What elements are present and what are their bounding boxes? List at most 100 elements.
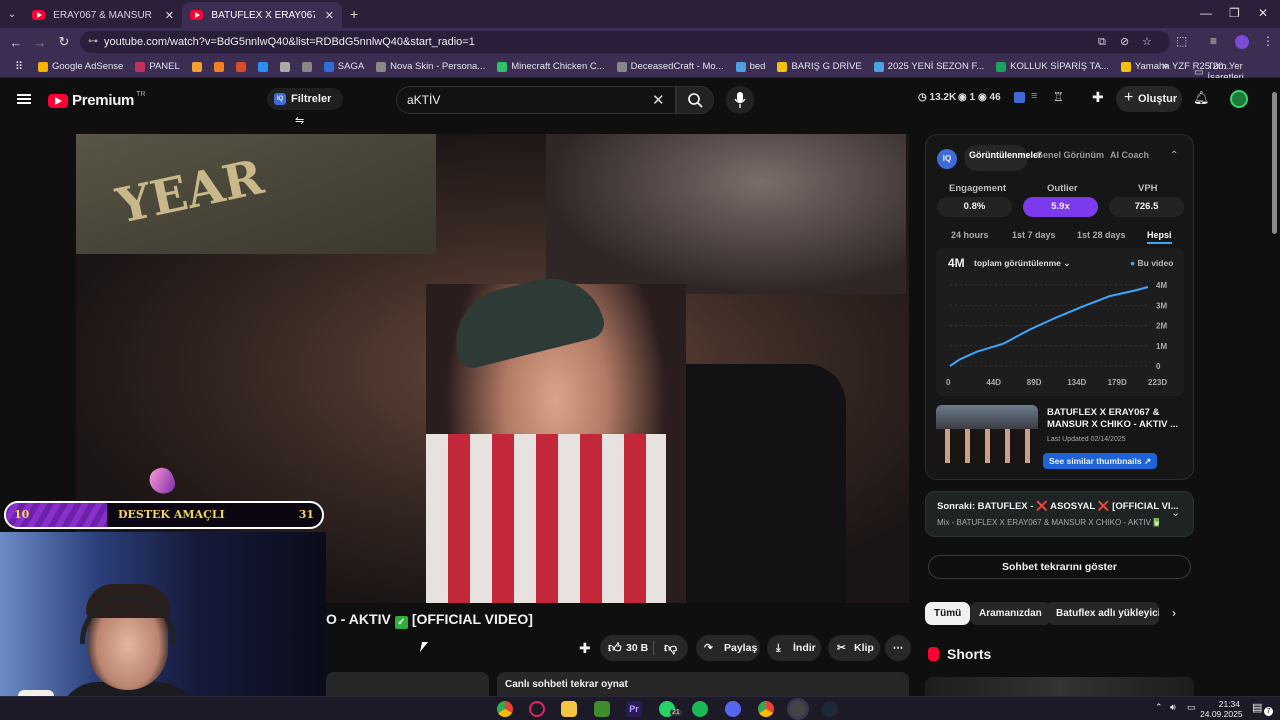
like-count[interactable]: 30 B [626, 635, 648, 661]
chip-all[interactable]: Tümü [925, 602, 971, 625]
expand-chevron-icon[interactable]: ⌄ [1171, 506, 1180, 519]
notification-icon[interactable]: ▤ [1252, 701, 1262, 714]
tab-search-icon[interactable]: ⌄ [0, 9, 24, 20]
chip-from-search[interactable]: Aramanızdan [970, 602, 1051, 625]
apps-grid-icon[interactable]: ⠿ [0, 60, 38, 73]
chrome-taskbar-icon[interactable] [497, 701, 513, 717]
related-video-thumbnail[interactable] [936, 405, 1038, 463]
range-28d[interactable]: 1st 28 days [1077, 230, 1126, 240]
profile-avatar[interactable] [1235, 35, 1249, 49]
chip-uploader[interactable]: Batuflex adlı yükleyiciden [1047, 602, 1159, 625]
voice-search-button[interactable] [726, 86, 754, 114]
like-icon[interactable]: 👍︎ [608, 635, 622, 661]
hamburger-menu-icon[interactable] [17, 94, 31, 96]
list-icon[interactable]: ≡ [1031, 90, 1037, 102]
download-button[interactable]: ⤓ İndir [767, 635, 821, 661]
minimize-icon[interactable]: — [1200, 6, 1212, 20]
dislike-icon[interactable]: 👎︎ [664, 635, 677, 661]
bookmark-item[interactable]: Minecraft Chicken C... [497, 61, 605, 72]
chrome-taskbar-icon[interactable] [758, 701, 774, 717]
bookmark-item[interactable] [191, 61, 206, 72]
bookmark-item[interactable]: PANEL [135, 61, 180, 72]
restore-icon[interactable]: ❐ [1229, 6, 1240, 20]
bookmark-item[interactable] [213, 61, 228, 72]
opera-taskbar-icon[interactable] [529, 701, 545, 717]
more-actions-button[interactable]: ⋯ [885, 635, 911, 661]
bookmark-item[interactable]: BARIŞ G DRİVE [777, 61, 862, 72]
discord-taskbar-icon[interactable] [725, 701, 741, 717]
steam-taskbar-icon[interactable] [822, 701, 838, 717]
bookmark-item[interactable]: bed [735, 61, 765, 72]
bookmark-item[interactable]: SAGA [323, 61, 364, 72]
see-similar-button[interactable]: See similar thumbnails ↗ [1043, 453, 1158, 469]
back-icon[interactable]: ← [6, 35, 26, 50]
browser-menu-icon[interactable]: ⋮ [1262, 34, 1274, 48]
bookmark-star-icon[interactable]: ☆ [1142, 31, 1152, 53]
clear-search-icon[interactable]: ✕ [652, 91, 665, 109]
bookmark-item[interactable]: KOLLUK SİPARİŞ TA... [996, 61, 1109, 72]
more-bookmarks-icon[interactable]: » [1162, 60, 1168, 72]
close-tab-icon[interactable]: ✕ [165, 9, 174, 22]
bookmark-item[interactable] [257, 61, 272, 72]
search-button[interactable] [676, 86, 714, 114]
extension-puzzle-icon[interactable]: ✚ [579, 640, 591, 657]
file-explorer-icon[interactable] [561, 701, 577, 717]
trophy-icon[interactable]: ♖ [1053, 90, 1064, 104]
bookmark-item[interactable]: Nova Skin - Persona... [376, 61, 485, 72]
tray-chevron-icon[interactable]: ⌃ [1155, 702, 1163, 713]
media-control-icon[interactable]: ≡ [1210, 34, 1217, 48]
extension-puzzle-icon[interactable]: ✚ [1092, 89, 1104, 106]
filters-button[interactable]: IQ Filtreler ⇋ [267, 88, 343, 127]
forward-icon[interactable]: → [30, 35, 50, 50]
vidiq-icon[interactable] [1014, 92, 1025, 103]
obs-taskbar-icon[interactable] [790, 701, 806, 717]
taskbar-clock[interactable]: 21:34 24.09.2025 [1200, 699, 1243, 719]
channel-avatar[interactable] [1230, 90, 1248, 108]
bookmark-item[interactable]: Google AdSense [38, 61, 123, 72]
shorts-thumbnails[interactable] [925, 677, 1194, 697]
tab-views[interactable]: Görüntülenmeler [969, 150, 1042, 160]
reload-icon[interactable]: ↻ [54, 34, 74, 50]
tab-ai-coach[interactable]: AI Coach [1110, 150, 1149, 160]
bookmark-item[interactable]: DeceasedCraft - Mo... [616, 61, 724, 72]
range-7d[interactable]: 1st 7 days [1012, 230, 1056, 240]
url-bar[interactable]: ⊶ youtube.com/watch?v=BdG5nnlwQ40&list=R… [80, 31, 1170, 53]
youtube-premium-logo[interactable]: Premium TR [48, 91, 146, 109]
collapse-chevron-icon[interactable]: ⌃ [1170, 150, 1178, 161]
extensions-icon[interactable]: ⬚ [1176, 34, 1187, 48]
logo-region: TR [136, 91, 146, 98]
clip-button[interactable]: ✂ Klip [828, 635, 880, 661]
bookmark-item[interactable]: 2025 YENİ SEZON F... [873, 61, 984, 72]
minecraft-taskbar-icon[interactable] [594, 701, 610, 717]
x-tick-label: 223D [1148, 378, 1167, 387]
chips-next-icon[interactable]: › [1172, 606, 1176, 620]
browser-tab-2[interactable]: BATUFLEX X ERAY067 & M ✕ [182, 2, 342, 28]
install-app-icon[interactable]: ⧉ [1098, 31, 1106, 53]
bookmark-item[interactable] [279, 61, 294, 72]
create-button[interactable]: Oluştur [1116, 85, 1182, 112]
show-chat-replay-button[interactable]: Sohbet tekrarını göster [928, 555, 1191, 579]
spotify-taskbar-icon[interactable] [692, 701, 708, 717]
range-all[interactable]: Hepsi [1147, 230, 1172, 244]
new-tab-button[interactable]: + [350, 6, 358, 22]
scrollbar-thumb[interactable] [1272, 92, 1277, 234]
browser-tab-1[interactable]: ERAY067 & MANSUR - BİR KER ✕ [24, 2, 182, 28]
premiere-taskbar-icon[interactable]: Pr [626, 701, 642, 717]
network-icon[interactable]: ▭ [1187, 702, 1196, 713]
site-info-icon[interactable]: ⊶ [88, 31, 98, 53]
range-24h[interactable]: 24 hours [951, 230, 989, 240]
bookmark-item[interactable] [235, 61, 250, 72]
related-video-card[interactable]: BATUFLEX X ERAY067 & MANSUR X CHIKO - AK… [936, 405, 1184, 469]
replay-chat-panel[interactable]: Canlı sohbeti tekrar oynat [497, 672, 909, 696]
share-button[interactable]: ↷ Paylaş [696, 635, 760, 661]
eye-off-icon[interactable]: ⊘ [1120, 31, 1129, 53]
search-input[interactable]: aKTİV [396, 86, 676, 114]
close-window-icon[interactable]: ✕ [1258, 6, 1268, 20]
video-description-box[interactable] [326, 672, 489, 696]
close-tab-icon[interactable]: ✕ [325, 9, 334, 22]
notifications-bell-icon[interactable]: 🔔︎ [1193, 90, 1210, 106]
volume-icon[interactable]: 🔊︎ [1170, 702, 1176, 713]
bookmark-item[interactable] [301, 61, 316, 72]
tab-overview[interactable]: Genel Görünüm [1036, 150, 1104, 160]
next-video-box[interactable]: Sonraki: BATUFLEX - ❌ ASOSYAL ❌ [OFFICIA… [925, 491, 1194, 537]
